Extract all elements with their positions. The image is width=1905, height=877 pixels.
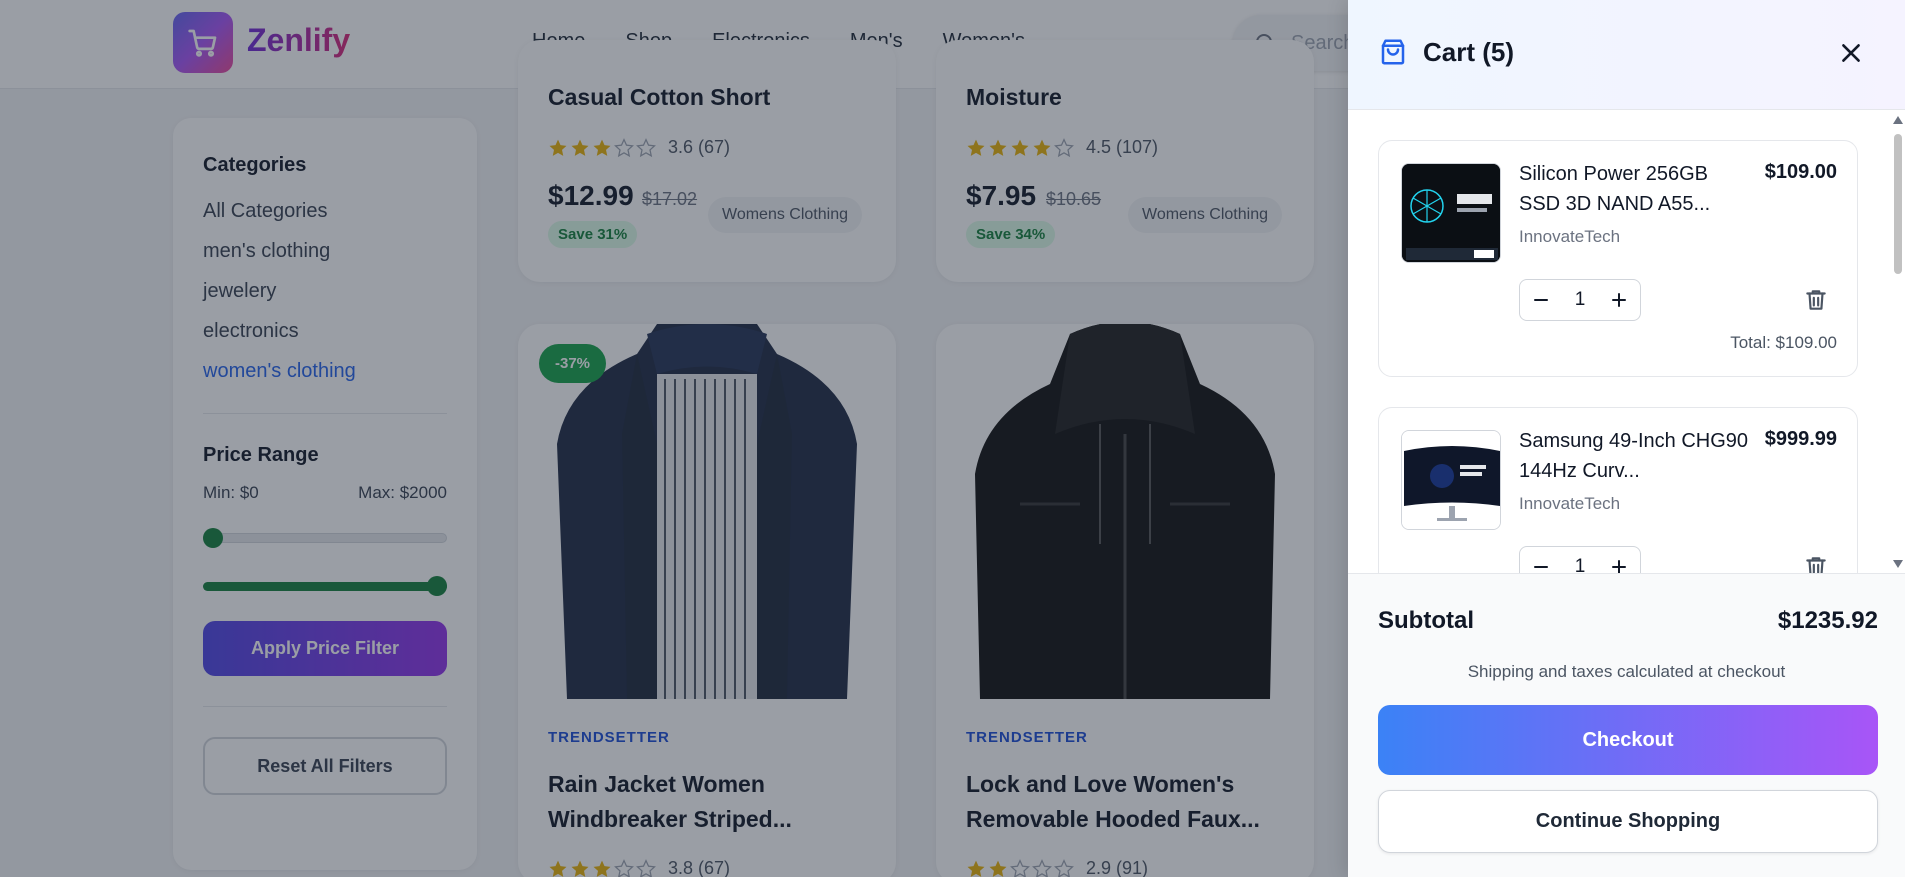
trash-icon[interactable] [1803, 287, 1829, 313]
scroll-down-arrow-icon[interactable] [1893, 560, 1903, 568]
shopping-bag-icon [1381, 39, 1405, 65]
monitor-image [1402, 431, 1500, 529]
cart-item-total: Total: $109.00 [1730, 333, 1837, 352]
cart-item-name[interactable]: Silicon Power 256GB SSD 3D NAND A55... [1519, 159, 1749, 219]
quantity-stepper: 1 [1519, 279, 1641, 321]
modal-backdrop[interactable] [0, 0, 1348, 877]
cart-drawer: Cart (5) Silicon Power 256GB SSD 3D NAND… [1348, 0, 1905, 877]
cart-item-price: $109.00 [1764, 161, 1837, 183]
continue-shopping-button[interactable]: Continue Shopping [1378, 790, 1878, 853]
cart-item: Samsung 49-Inch CHG90 144Hz Curv... $999… [1378, 407, 1858, 573]
cart-item-price: $999.99 [1764, 428, 1837, 450]
cart-item-name[interactable]: Samsung 49-Inch CHG90 144Hz Curv... [1519, 426, 1749, 486]
cart-title: Cart (5) [1423, 37, 1515, 67]
product-thumbnail[interactable] [1401, 163, 1501, 263]
quantity-stepper: 1 [1519, 546, 1641, 573]
decrease-quantity-button[interactable] [1530, 289, 1552, 311]
scroll-up-arrow-icon[interactable] [1893, 116, 1903, 124]
minus-icon [1534, 299, 1548, 301]
cart-item-brand: InnovateTech [1519, 494, 1621, 513]
minus-icon [1534, 566, 1548, 568]
cart-items-list: Silicon Power 256GB SSD 3D NAND A55... $… [1348, 111, 1905, 573]
plus-icon [1611, 560, 1626, 573]
increase-quantity-button[interactable] [1608, 556, 1630, 573]
cart-footer: Subtotal $1235.92 Shipping and taxes cal… [1348, 573, 1905, 877]
cart-scrollbar[interactable] [1891, 116, 1905, 568]
shipping-note: Shipping and taxes calculated at checkou… [1467, 662, 1786, 681]
quantity-value: 1 [1574, 289, 1586, 310]
cart-header: Cart (5) [1348, 0, 1905, 110]
checkout-button[interactable]: Checkout [1378, 705, 1878, 775]
quantity-value: 1 [1574, 556, 1586, 573]
increase-quantity-button[interactable] [1608, 289, 1630, 311]
cart-item-brand: InnovateTech [1519, 227, 1621, 246]
plus-icon [1611, 293, 1626, 307]
ssd-image [1402, 164, 1500, 262]
product-thumbnail[interactable] [1401, 430, 1501, 530]
scrollbar-thumb[interactable] [1894, 134, 1902, 274]
trash-icon[interactable] [1803, 554, 1829, 573]
close-icon[interactable] [1838, 40, 1864, 66]
cart-item: Silicon Power 256GB SSD 3D NAND A55... $… [1378, 140, 1858, 377]
decrease-quantity-button[interactable] [1530, 556, 1552, 573]
subtotal-label: Subtotal [1378, 607, 1474, 634]
subtotal-value: $1235.92 [1777, 607, 1878, 634]
